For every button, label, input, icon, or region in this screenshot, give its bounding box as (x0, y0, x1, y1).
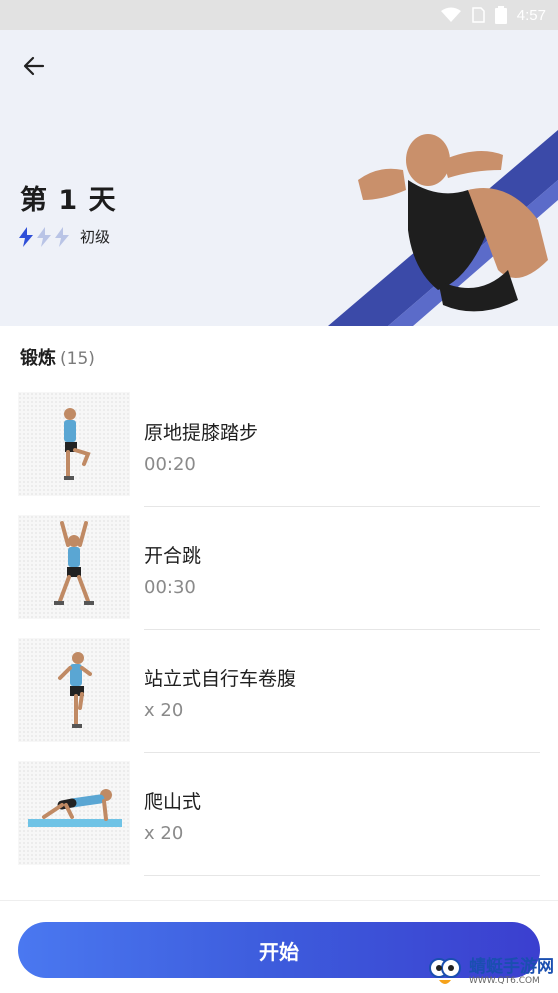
exercise-list: 原地提膝踏步 00:20 开合跳 00:30 站立式自行车卷腹 x 20 爬山式… (0, 384, 558, 876)
exercise-row[interactable]: 爬山式 x 20 (0, 753, 558, 876)
exercise-count: (15) (60, 349, 95, 369)
section-title: 锻炼 (15) (20, 344, 95, 370)
watermark: 蜻蜓手游网 WWW.QT6.COM (425, 952, 554, 992)
divider (144, 875, 540, 876)
bolt-icon (37, 226, 51, 247)
exercise-thumbnail (18, 761, 130, 865)
back-button[interactable] (18, 50, 50, 82)
bolt-icon (55, 226, 69, 247)
status-icons: 4:57 (440, 4, 546, 26)
exercise-row[interactable]: 开合跳 00:30 (0, 507, 558, 630)
exercise-name: 站立式自行车卷腹 (144, 668, 297, 690)
exercise-thumbnail (18, 392, 130, 496)
workout-hero: 第 1 天 初级 (0, 30, 558, 326)
sim-icon (472, 7, 485, 23)
exercise-name: 爬山式 (144, 791, 202, 813)
dragonfly-logo-icon (429, 958, 461, 984)
watermark-url: WWW.QT6.COM (469, 976, 540, 986)
level-label: 初级 (80, 228, 111, 246)
exercise-reps: x 20 (144, 700, 184, 721)
difficulty-level: 初级 (18, 226, 110, 247)
exercise-thumbnail (18, 638, 130, 742)
exercise-thumbnail (18, 515, 130, 619)
exercise-name: 开合跳 (144, 545, 202, 567)
exercise-name: 原地提膝踏步 (144, 422, 259, 444)
exercise-row[interactable]: 站立式自行车卷腹 x 20 (0, 630, 558, 753)
exercise-reps: x 20 (144, 823, 184, 844)
bolt-icon (19, 226, 33, 247)
battery-icon (494, 6, 507, 24)
exercise-duration: 00:30 (144, 577, 196, 598)
exercise-duration: 00:20 (144, 454, 196, 475)
section-label: 锻炼 (20, 348, 56, 369)
day-title: 第 1 天 (20, 185, 117, 216)
back-arrow-icon (23, 56, 45, 76)
status-time: 4:57 (516, 6, 546, 24)
watermark-text: 蜻蜓手游网 WWW.QT6.COM (469, 958, 554, 986)
watermark-title: 蜻蜓手游网 (469, 957, 554, 977)
hero-illustration (328, 130, 558, 326)
wifi-icon (440, 7, 461, 22)
exercise-row[interactable]: 原地提膝踏步 00:20 (0, 384, 558, 507)
status-bar: 4:57 (0, 0, 558, 30)
